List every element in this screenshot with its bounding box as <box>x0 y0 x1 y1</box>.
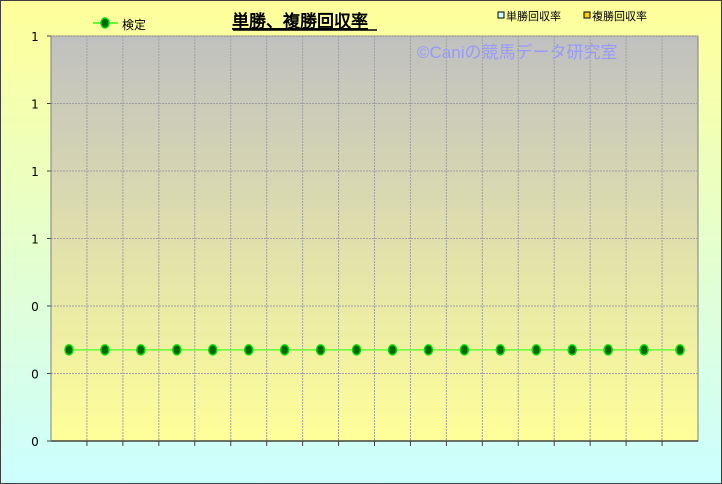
data-point <box>676 345 684 355</box>
chart: 0 0 0 1 1 1 1 ©Caniの競馬データ研究室 単勝、複勝回収率 検定 単勝回収率… <box>0 0 722 484</box>
data-point <box>388 345 396 355</box>
legend-label-kentei: 検定 <box>122 17 146 32</box>
data-point <box>317 345 325 355</box>
y-tick-label: 1 <box>31 98 39 112</box>
data-point <box>353 345 361 355</box>
data-point <box>245 345 253 355</box>
data-point <box>137 345 145 355</box>
data-point <box>281 345 289 355</box>
data-point <box>65 345 73 355</box>
legend-label-fukusho: 複勝回収率 <box>592 9 647 23</box>
legend-swatch-tansho <box>498 12 504 18</box>
data-point <box>460 345 468 355</box>
data-point <box>568 345 576 355</box>
legend-swatch-fukusho <box>584 12 590 18</box>
watermark: ©Caniの競馬データ研究室 <box>417 42 618 62</box>
y-tick-label: 1 <box>31 233 39 247</box>
data-point <box>604 345 612 355</box>
y-tick-label: 0 <box>31 368 39 382</box>
legend-marker-kentei <box>101 18 109 28</box>
data-point <box>532 345 540 355</box>
data-point <box>424 345 432 355</box>
data-point <box>209 345 217 355</box>
y-tick-label: 1 <box>31 165 39 179</box>
chart-title: 単勝、複勝回収率 <box>232 11 368 32</box>
y-tick-label: 0 <box>31 300 39 314</box>
data-point <box>173 345 181 355</box>
data-point <box>101 345 109 355</box>
y-tick-label: 1 <box>31 30 39 44</box>
legend-label-tansho: 単勝回収率 <box>506 9 561 23</box>
y-tick-label: 0 <box>31 435 39 449</box>
data-point <box>640 345 648 355</box>
data-point <box>496 345 504 355</box>
